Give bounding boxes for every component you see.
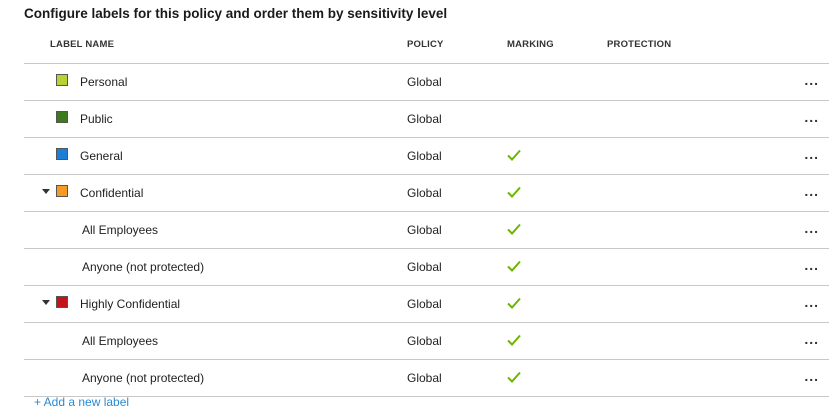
label-name: Confidential [80,186,144,200]
table-row[interactable]: Anyone (not protected) Global... [24,360,829,397]
table-row[interactable]: Highly Confidential Global... [24,286,829,323]
more-options-icon[interactable]: ... [804,369,819,383]
label-color-swatch [56,74,68,86]
checkmark-icon [507,223,521,237]
collapse-caret-icon[interactable] [42,300,50,305]
label-policy: Global [407,260,442,274]
table-row[interactable]: Anyone (not protected) Global... [24,249,829,286]
label-color-swatch [56,185,68,197]
label-policy: Global [407,75,442,89]
label-color-swatch [56,148,68,160]
label-policy: Global [407,186,442,200]
column-header-protection[interactable]: PROTECTION [607,39,671,50]
more-options-icon[interactable]: ... [804,110,819,124]
table-header: LABEL NAME POLICY MARKING PROTECTION [24,27,829,64]
label-color-swatch [56,111,68,123]
table-row[interactable]: All Employees Global... [24,212,829,249]
labels-table: LABEL NAME POLICY MARKING PROTECTION Per… [24,27,829,397]
checkmark-icon [507,334,521,348]
column-header-marking[interactable]: MARKING [507,39,554,50]
label-name: Highly Confidential [80,297,181,311]
label-name: Anyone (not protected) [82,371,205,385]
page-title: Configure labels for this policy and ord… [24,6,448,21]
label-color-swatch [56,296,68,308]
more-options-icon[interactable]: ... [804,332,819,346]
label-name: All Employees [82,334,159,348]
checkmark-icon [507,186,521,200]
checkmark-icon [507,297,521,311]
label-name: General [80,149,123,163]
checkmark-icon [507,371,521,385]
table-row[interactable]: All Employees Global... [24,323,829,360]
label-name: Personal [80,75,128,89]
table-body: Personal Global... Public Global... General G… [24,64,829,397]
add-new-label-link[interactable]: + Add a new label [34,395,129,409]
label-name: Public [80,112,113,126]
more-options-icon[interactable]: ... [804,184,819,198]
label-policy: Global [407,149,442,163]
table-row[interactable]: Personal Global... [24,64,829,101]
collapse-caret-icon[interactable] [42,189,50,194]
more-options-icon[interactable]: ... [804,73,819,87]
label-policy: Global [407,112,442,126]
label-policy: Global [407,334,442,348]
more-options-icon[interactable]: ... [804,295,819,309]
table-row[interactable]: General Global... [24,138,829,175]
label-name: All Employees [82,223,159,237]
label-policy: Global [407,371,442,385]
column-header-label-name[interactable]: LABEL NAME [50,39,114,50]
more-options-icon[interactable]: ... [804,258,819,272]
checkmark-icon [507,149,521,163]
more-options-icon[interactable]: ... [804,221,819,235]
label-name: Anyone (not protected) [82,260,205,274]
table-row[interactable]: Confidential Global... [24,175,829,212]
more-options-icon[interactable]: ... [804,147,819,161]
label-policy: Global [407,223,442,237]
column-header-policy[interactable]: POLICY [407,39,444,50]
table-row[interactable]: Public Global... [24,101,829,138]
checkmark-icon [507,260,521,274]
label-policy: Global [407,297,442,311]
